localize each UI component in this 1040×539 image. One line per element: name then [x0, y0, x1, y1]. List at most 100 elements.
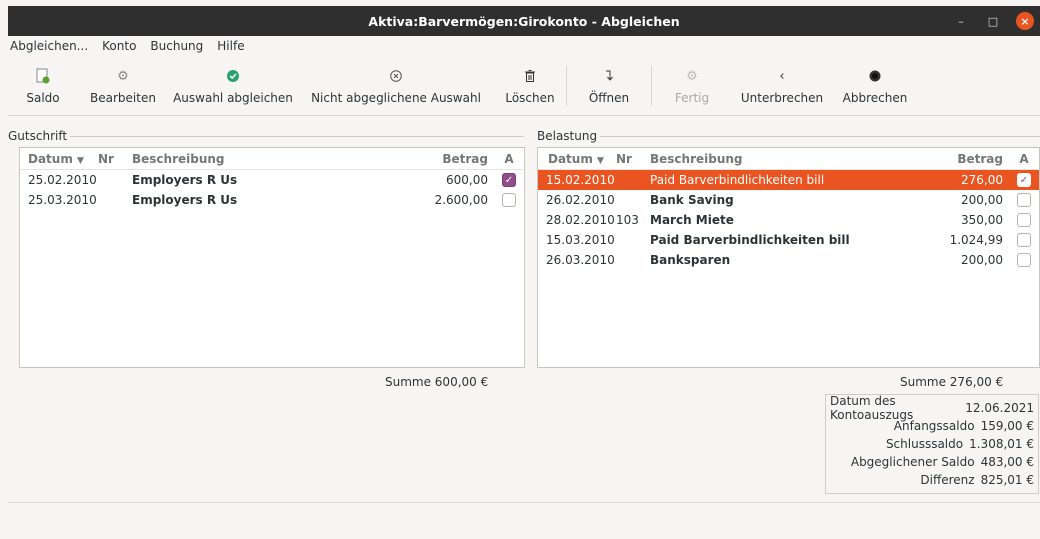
col-nr[interactable]: Nr — [612, 152, 650, 166]
menu-hilfe[interactable]: Hilfe — [215, 39, 246, 53]
chevron-left-icon: ‹ — [779, 68, 785, 84]
auswahl-abgleichen-label: Auswahl abgleichen — [173, 91, 293, 105]
summary-row-differenz: Differenz 825,01 € — [830, 471, 1034, 489]
cell-beschreibung: March Miete — [650, 213, 734, 227]
schluss-value: 1.308,01 € — [969, 437, 1034, 451]
table-row[interactable]: 15.03.2010 Paid Barverbindlichkeiten bil… — [538, 230, 1039, 250]
belastung-summe: Summe 276,00 € — [900, 375, 1004, 389]
gutschrift-summe: Summe 600,00 € — [385, 375, 489, 389]
cell-betrag: 200,00 — [961, 193, 1003, 207]
toolbar: Saldo ⚙ Bearbeiten Auswahl abgleichen Ni… — [8, 56, 1040, 116]
reconcile-summary: Datum des Kontoauszugs 12.06.2021 Anfang… — [825, 394, 1039, 494]
cell-beschreibung: Paid Barverbindlichkeiten bill — [650, 233, 850, 247]
trash-icon — [525, 66, 535, 86]
cell-datum: 26.02.2010 — [546, 193, 615, 207]
nicht-abgeglichene-label: Nicht abgeglichene Auswahl — [311, 91, 481, 105]
cell-datum: 25.02.2010 — [28, 173, 97, 187]
abbrechen-button[interactable]: Abbrechen — [832, 58, 918, 114]
belastung-table: Datum ▼ Nr Beschreibung Betrag A 15.02.2… — [537, 147, 1040, 368]
gears-icon: ⚙ — [686, 68, 698, 84]
cell-beschreibung: Bankspar­en — [650, 253, 731, 267]
cell-nr: 103 — [616, 213, 639, 227]
stop-circle-icon — [869, 66, 881, 86]
differenz-value: 825,01 € — [980, 473, 1034, 487]
oeffnen-button[interactable]: Öffnen — [567, 58, 651, 114]
maximize-icon[interactable]: □ — [984, 12, 1002, 30]
reconcile-checkbox[interactable]: ✓ — [1017, 173, 1031, 187]
saldo-button[interactable]: Saldo — [8, 58, 78, 114]
differenz-label: Differenz — [920, 473, 975, 487]
cell-datum: 26.03.2010 — [546, 253, 615, 267]
schluss-label: Schlusssaldo — [885, 437, 964, 451]
belastung-label: Belastung — [537, 129, 601, 143]
col-betrag[interactable]: Betrag — [919, 152, 1009, 166]
table-row[interactable]: 28.02.2010 103 March Miete 350,00 — [538, 210, 1039, 230]
gear-icon: ⚙ — [117, 68, 129, 84]
table-row[interactable]: 26.03.2010 Bankspar­en 200,00 — [538, 250, 1039, 270]
table-row[interactable]: 25.03.2010 Employers R Us 2.600,00 — [20, 190, 524, 210]
loeschen-button[interactable]: Löschen — [494, 58, 566, 114]
unterbrechen-button[interactable]: ‹ Unterbrechen — [732, 58, 832, 114]
cell-betrag: 200,00 — [961, 253, 1003, 267]
col-beschreibung[interactable]: Beschreibung — [132, 152, 404, 166]
col-datum-label: Datum — [548, 151, 593, 166]
document-add-icon — [36, 66, 50, 86]
reconcile-checkbox[interactable] — [1017, 193, 1031, 207]
minimize-icon[interactable]: – — [952, 12, 970, 30]
menu-konto[interactable]: Konto — [100, 39, 138, 53]
col-a[interactable]: A — [494, 152, 524, 166]
reconcile-checkbox[interactable] — [1017, 253, 1031, 267]
status-bar — [8, 502, 1040, 503]
cell-betrag: 1.024,99 — [949, 233, 1003, 247]
reconcile-checkbox[interactable] — [1017, 213, 1031, 227]
reconcile-checkbox[interactable] — [1017, 233, 1031, 247]
cell-beschreibung: Bank Saving — [650, 193, 734, 207]
table-row-selected[interactable]: 15.02.2010 Paid Barverbindlichkeiten bil… — [538, 170, 1039, 190]
menu-abgleichen[interactable]: Abgleichen... — [8, 39, 90, 53]
abgeglichen-label: Abgeglichener Saldo — [850, 455, 975, 469]
fertig-button[interactable]: ⚙ Fertig — [652, 58, 732, 114]
cell-betrag: 600,00 — [446, 173, 488, 187]
table-row[interactable]: 26.02.2010 Bank Saving 200,00 — [538, 190, 1039, 210]
cell-datum: 15.02.2010 — [546, 173, 615, 187]
window-controls: – □ × — [952, 6, 1040, 36]
reconcile-window: Aktiva:Barvermögen:Girokonto - Abgleiche… — [8, 6, 1040, 539]
anfang-label: Anfangssaldo — [893, 419, 975, 433]
cell-beschreibung: Employers R Us — [132, 193, 238, 207]
close-icon[interactable]: × — [1016, 12, 1034, 30]
table-row[interactable]: 25.02.2010 Employers R Us 600,00 ✓ — [20, 170, 524, 190]
col-datum[interactable]: Datum ▼ — [538, 152, 612, 166]
summary-row-abgeglichen: Abgeglichener Saldo 483,00 € — [830, 453, 1034, 471]
cancel-circle-icon — [390, 66, 402, 86]
saldo-label: Saldo — [26, 91, 60, 105]
cell-beschreibung: Paid Barverbindlichkeiten bill — [650, 173, 825, 187]
title-bar[interactable]: Aktiva:Barvermögen:Girokonto - Abgleiche… — [8, 6, 1040, 36]
menu-buchung[interactable]: Buchung — [148, 39, 205, 53]
col-betrag[interactable]: Betrag — [404, 152, 494, 166]
datum-value: 12.06.2021 — [965, 401, 1034, 415]
frame-line — [594, 136, 1040, 137]
col-datum[interactable]: Datum ▼ — [20, 152, 94, 166]
col-nr[interactable]: Nr — [94, 152, 132, 166]
frame-line — [68, 136, 524, 137]
gutschrift-table: Datum ▼ Nr Beschreibung Betrag A 25.02.2… — [19, 147, 525, 368]
col-beschreibung[interactable]: Beschreibung — [650, 152, 919, 166]
reconcile-checkbox[interactable]: ✓ — [502, 173, 516, 187]
oeffnen-label: Öffnen — [588, 91, 630, 105]
menu-bar: Abgleichen... Konto Buchung Hilfe — [8, 36, 1040, 56]
sort-down-icon: ▼ — [77, 155, 84, 166]
summary-row-datum: Datum des Kontoauszugs 12.06.2021 — [830, 394, 1034, 422]
auswahl-abgleichen-button[interactable]: Auswahl abgleichen — [168, 58, 298, 114]
bearbeiten-button[interactable]: ⚙ Bearbeiten — [78, 58, 168, 114]
summary-row-schluss: Schlusssaldo 1.308,01 € — [830, 435, 1034, 453]
anfang-value: 159,00 € — [980, 419, 1034, 433]
table-header: Datum ▼ Nr Beschreibung Betrag A — [20, 148, 524, 170]
table-header: Datum ▼ Nr Beschreibung Betrag A — [538, 148, 1039, 170]
col-a[interactable]: A — [1009, 152, 1039, 166]
nicht-abgeglichene-button[interactable]: Nicht abgeglichene Auswahl — [298, 58, 494, 114]
loeschen-label: Löschen — [505, 91, 555, 105]
sort-down-icon: ▼ — [597, 155, 604, 166]
datum-label: Datum des Kontoauszugs — [830, 394, 914, 422]
reconcile-checkbox[interactable] — [502, 193, 516, 207]
cell-datum: 15.03.2010 — [546, 233, 615, 247]
